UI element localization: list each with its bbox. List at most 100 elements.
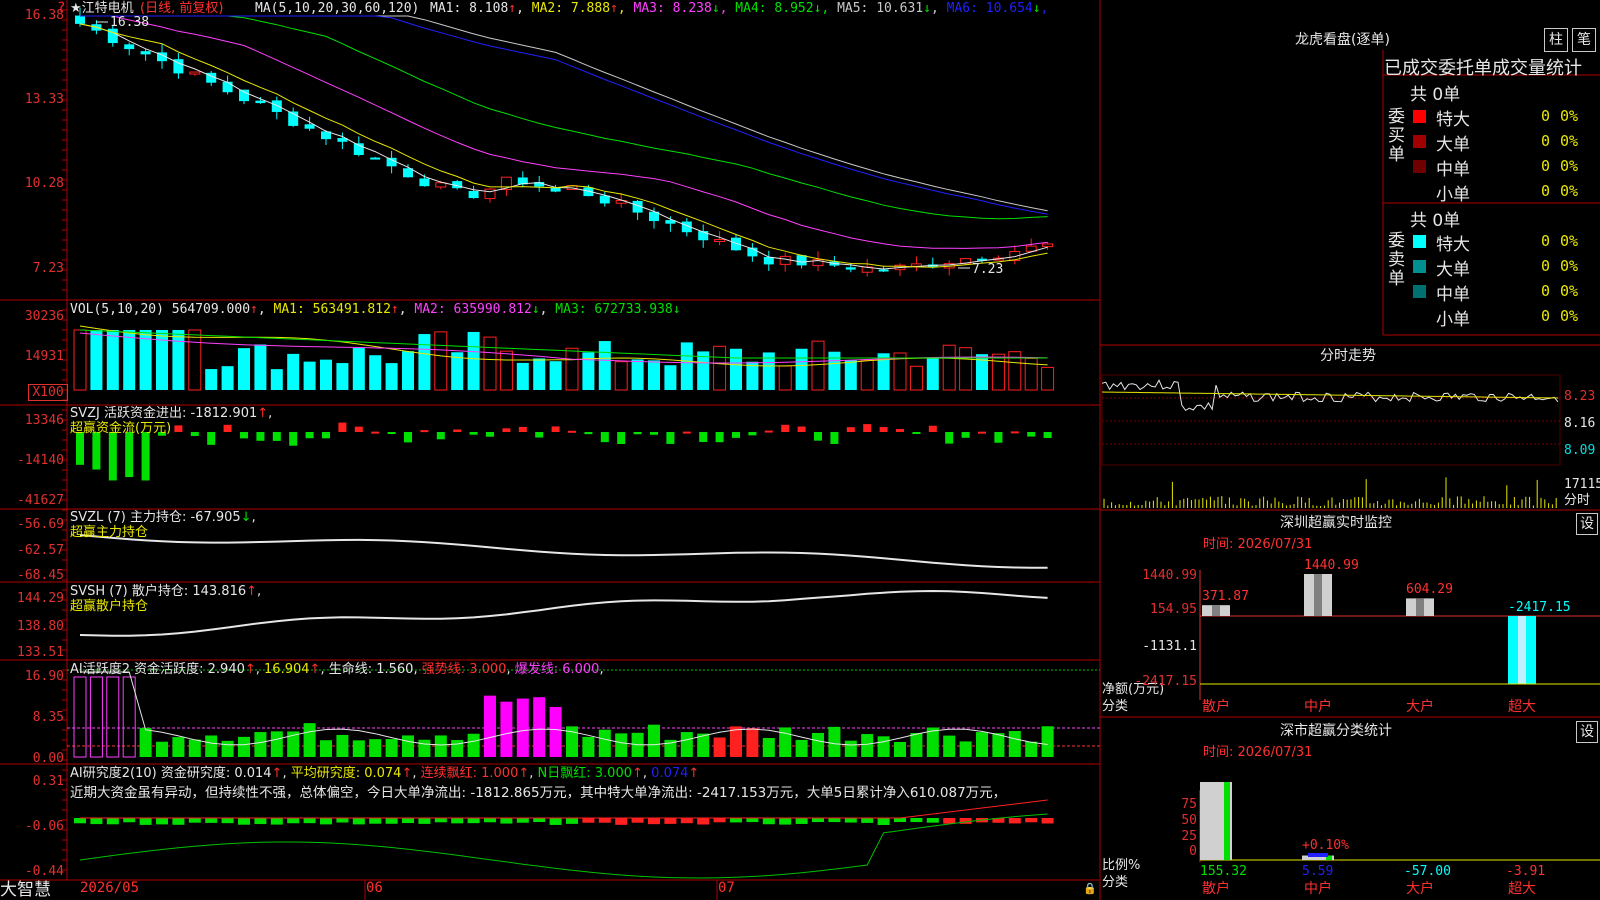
order-type-label: 小单 bbox=[1436, 310, 1470, 330]
ma-legend-item: MA1: 8.108↑, bbox=[430, 1, 532, 16]
ai-research-bar bbox=[582, 818, 595, 823]
ai-research-bar bbox=[598, 818, 611, 823]
order-percent: 0% bbox=[1560, 282, 1579, 300]
order-count: 0 bbox=[1540, 182, 1550, 200]
volume-bar bbox=[336, 363, 349, 390]
svzj-bar bbox=[322, 432, 330, 439]
ai-research-bar bbox=[762, 818, 775, 825]
monitor-bar-highlight bbox=[1212, 605, 1220, 616]
svzj-bar bbox=[1010, 431, 1019, 434]
volume-bar bbox=[844, 359, 857, 390]
ai-activity-axis-label: 0.00 bbox=[32, 751, 64, 766]
price-axis-label: 10.28 bbox=[24, 176, 64, 191]
order-count: 0 bbox=[1540, 157, 1550, 175]
svzj-bar bbox=[846, 427, 855, 432]
ai-research-bar bbox=[320, 818, 332, 825]
ai-activity-bar bbox=[730, 726, 742, 757]
ai-activity-bar bbox=[615, 733, 628, 757]
volume-bar bbox=[664, 365, 677, 390]
ai-activity-bar bbox=[122, 676, 136, 758]
app-window: ? ★江特电机 (日线, 前复权) MA(5,10,20,30,60,120) … bbox=[0, 0, 1600, 900]
order-percent: 0% bbox=[1560, 257, 1579, 275]
ai-research-bar bbox=[844, 818, 857, 823]
volume-bar bbox=[533, 358, 546, 390]
volume-bar bbox=[565, 347, 579, 391]
ai-research-bar bbox=[303, 818, 316, 824]
svzj-bar bbox=[436, 432, 445, 440]
volume-bar bbox=[598, 341, 611, 390]
high-price-mark: 16.38 bbox=[110, 15, 150, 30]
classify-settings-button[interactable]: 设 bbox=[1576, 721, 1598, 743]
svzj-bar bbox=[305, 432, 314, 439]
order-percent: 0% bbox=[1560, 107, 1579, 125]
svsh-axis-label: 133.51 bbox=[17, 645, 64, 660]
svzj-bar bbox=[879, 427, 888, 432]
candle-down bbox=[419, 178, 430, 187]
vol-axis-label: 14931 bbox=[24, 349, 64, 364]
svzj-bar bbox=[1043, 432, 1052, 439]
ai-research-bar bbox=[238, 818, 250, 825]
candle-down bbox=[468, 190, 479, 199]
svzj-bar bbox=[502, 428, 511, 432]
monitor-category: 分类 bbox=[1102, 699, 1129, 714]
ma-line bbox=[80, 15, 1048, 212]
stock-name-text: 江特电机 bbox=[81, 1, 134, 16]
svzj-bar bbox=[256, 432, 265, 441]
svzj-bar bbox=[272, 432, 281, 441]
svzj-bar bbox=[223, 424, 232, 432]
brand-logo: 大智慧 bbox=[0, 880, 51, 900]
ai-activity-bar bbox=[894, 741, 906, 757]
volume-bar bbox=[828, 351, 841, 390]
ai-research-bar bbox=[648, 818, 660, 825]
vol-axis-label: 30236 bbox=[24, 309, 64, 324]
ai-research-bar bbox=[336, 818, 349, 823]
ai-research-bar bbox=[894, 818, 906, 823]
svzj-bar bbox=[207, 432, 216, 445]
ai-activity-bar bbox=[385, 739, 398, 757]
candle-down bbox=[550, 187, 561, 192]
volume-bar bbox=[582, 352, 595, 390]
volume-bar bbox=[254, 344, 267, 390]
monitor-settings-button[interactable]: 设 bbox=[1576, 513, 1598, 535]
classify-bar-label: -3.91 bbox=[1506, 864, 1546, 879]
bar-mode-button[interactable]: 柱 bbox=[1544, 28, 1568, 52]
ai-activity-bar bbox=[762, 737, 775, 757]
ai-research-bar bbox=[861, 818, 874, 823]
color-swatch-icon bbox=[1413, 260, 1426, 273]
svzj-bar bbox=[240, 432, 248, 439]
ai-activity-bar bbox=[959, 741, 972, 757]
ai-activity-bar bbox=[205, 735, 218, 757]
sell-orders-label: 委卖单 bbox=[1388, 231, 1405, 289]
ai-research-bar bbox=[910, 818, 923, 823]
volume-bar bbox=[730, 348, 742, 390]
ai-activity-bar bbox=[270, 731, 283, 757]
svzj-bar bbox=[732, 432, 740, 438]
color-swatch-icon bbox=[1413, 135, 1426, 148]
svzj-bar bbox=[108, 432, 117, 481]
arrow-icon: ↑ bbox=[610, 1, 618, 16]
classify-axis-label: 75 bbox=[1181, 797, 1197, 812]
svzl-axis-label: -56.69 bbox=[17, 517, 64, 532]
ai-activity-bar bbox=[844, 740, 857, 757]
ai-activity-bar bbox=[861, 734, 874, 757]
ai-research-bar bbox=[631, 818, 644, 823]
ma-legend-item: MA5: 10.631↓, bbox=[837, 1, 947, 16]
ai-research-bar bbox=[877, 818, 890, 825]
order-count: 0 bbox=[1540, 107, 1550, 125]
monitor-bar-highlight bbox=[1518, 616, 1526, 684]
buy-orders-label: 委买单 bbox=[1388, 107, 1405, 165]
ai-activity-bar bbox=[1008, 731, 1021, 757]
stock-name[interactable]: ★江特电机 bbox=[70, 1, 134, 16]
tick-mode-button[interactable]: 笔 bbox=[1572, 28, 1596, 52]
intraday-vol-label: 17115 bbox=[1564, 477, 1600, 492]
order-type-label: 大单 bbox=[1436, 135, 1470, 155]
svzj-bar bbox=[797, 426, 806, 432]
ai-activity-axis-label: 16.90 bbox=[24, 669, 64, 684]
ai-research-bar bbox=[549, 818, 562, 825]
ai-activity-bar bbox=[976, 732, 988, 757]
period-mode[interactable]: (日线, 前复权) bbox=[140, 1, 223, 16]
lock-icon[interactable]: 🔒 bbox=[1083, 881, 1097, 896]
svzj-bar bbox=[1027, 432, 1036, 437]
ai-research-bar bbox=[828, 818, 841, 823]
ai-research-axis-label: -0.06 bbox=[24, 819, 64, 834]
